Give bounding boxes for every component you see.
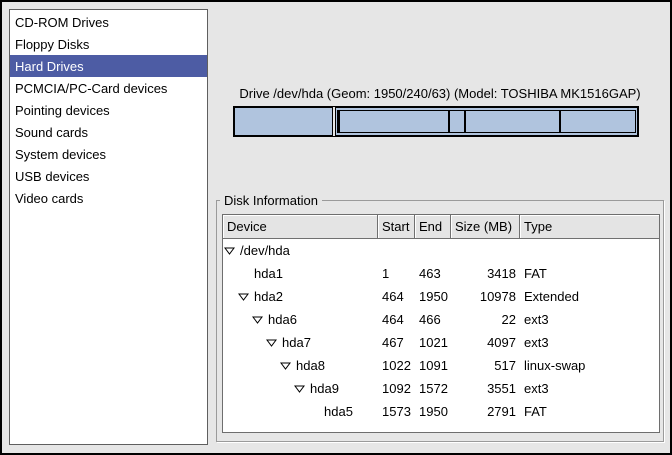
sidebar-item-usb-devices[interactable]: USB devices bbox=[10, 165, 207, 187]
start-cell: 1092 bbox=[378, 377, 415, 400]
device-cell: hda2 bbox=[223, 285, 378, 308]
partition-segment-hda2 bbox=[335, 107, 638, 136]
table-header-row: Device Start End Size (MB) Type bbox=[223, 215, 659, 239]
start-cell: 464 bbox=[378, 285, 415, 308]
table-row-dev-hda[interactable]: /dev/hda bbox=[223, 239, 659, 262]
device-name: hda6 bbox=[268, 312, 297, 327]
start-cell: 1573 bbox=[378, 400, 415, 423]
start-cell: 1 bbox=[378, 262, 415, 285]
sidebar-item-label: Hard Drives bbox=[15, 59, 84, 74]
sidebar-item-pointing-devices[interactable]: Pointing devices bbox=[10, 99, 207, 121]
size-cell: 10978 bbox=[451, 285, 520, 308]
drive-title: Drive /dev/hda (Geom: 1950/240/63) (Mode… bbox=[216, 86, 664, 101]
sidebar-item-sound-cards[interactable]: Sound cards bbox=[10, 121, 207, 143]
table-row-hda5[interactable]: hda5 1573 1950 2791 FAT bbox=[223, 400, 659, 423]
hardware-browser-window: { "window": { "bg_color": "#e6e6e6", "bo… bbox=[0, 0, 672, 455]
disk-information-label: Disk Information bbox=[220, 193, 322, 208]
column-header-start[interactable]: Start bbox=[378, 215, 415, 239]
size-cell: 3418 bbox=[451, 262, 520, 285]
sidebar-item-label: PCMCIA/PC-Card devices bbox=[15, 81, 167, 96]
size-cell: 2791 bbox=[451, 400, 520, 423]
type-cell bbox=[520, 239, 659, 262]
column-header-end[interactable]: End bbox=[415, 215, 451, 239]
type-cell: FAT bbox=[520, 262, 659, 285]
size-cell: 22 bbox=[451, 308, 520, 331]
sidebar-item-hard-drives[interactable]: Hard Drives bbox=[10, 55, 207, 77]
sidebar-item-system-devices[interactable]: System devices bbox=[10, 143, 207, 165]
device-cell: hda9 bbox=[223, 377, 378, 400]
end-cell: 466 bbox=[415, 308, 451, 331]
sidebar-item-label: CD-ROM Drives bbox=[15, 15, 109, 30]
end-cell: 1091 bbox=[415, 354, 451, 377]
device-cell: hda6 bbox=[223, 308, 378, 331]
type-cell: linux-swap bbox=[520, 354, 659, 377]
table-row-hda8[interactable]: hda8 1022 1091 517 linux-swap bbox=[223, 354, 659, 377]
partition-segment-hda7 bbox=[339, 110, 449, 133]
partition-segment-hda1 bbox=[234, 107, 333, 136]
device-cell: hda8 bbox=[223, 354, 378, 377]
start-cell: 467 bbox=[378, 331, 415, 354]
end-cell bbox=[415, 239, 451, 262]
end-cell: 1021 bbox=[415, 331, 451, 354]
sidebar-item-label: USB devices bbox=[15, 169, 89, 184]
sidebar-item-label: Floppy Disks bbox=[15, 37, 89, 52]
sidebar-item-label: Video cards bbox=[15, 191, 83, 206]
drive-partition-map bbox=[233, 106, 639, 137]
device-name: hda2 bbox=[254, 289, 283, 304]
column-header-size[interactable]: Size (MB) bbox=[451, 215, 520, 239]
partition-segment-hda5 bbox=[560, 110, 636, 133]
sidebar-item-pcmcia-devices[interactable]: PCMCIA/PC-Card devices bbox=[10, 77, 207, 99]
device-name: hda7 bbox=[282, 335, 311, 350]
sidebar-item-floppy-disks[interactable]: Floppy Disks bbox=[10, 33, 207, 55]
device-category-list: CD-ROM Drives Floppy Disks Hard Drives P… bbox=[9, 9, 208, 445]
device-name: hda5 bbox=[324, 404, 353, 419]
start-cell bbox=[378, 239, 415, 262]
table-row-hda2[interactable]: hda2 464 1950 10978 Extended bbox=[223, 285, 659, 308]
sidebar-item-cdrom-drives[interactable]: CD-ROM Drives bbox=[10, 11, 207, 33]
start-cell: 1022 bbox=[378, 354, 415, 377]
partition-segment-hda8 bbox=[449, 110, 465, 133]
table-row-hda9[interactable]: hda9 1092 1572 3551 ext3 bbox=[223, 377, 659, 400]
start-cell: 464 bbox=[378, 308, 415, 331]
expander-icon[interactable] bbox=[252, 315, 263, 324]
device-cell: /dev/hda bbox=[223, 239, 378, 262]
disk-information-frame: Disk Information Device Start End Size (… bbox=[216, 200, 664, 442]
expander-icon[interactable] bbox=[294, 384, 305, 393]
column-header-device[interactable]: Device bbox=[223, 215, 378, 239]
expander-icon[interactable] bbox=[280, 361, 291, 370]
type-cell: FAT bbox=[520, 400, 659, 423]
sidebar-item-label: Pointing devices bbox=[15, 103, 110, 118]
partition-segment-hda9 bbox=[465, 110, 561, 133]
size-cell: 3551 bbox=[451, 377, 520, 400]
sidebar-item-video-cards[interactable]: Video cards bbox=[10, 187, 207, 209]
type-cell: Extended bbox=[520, 285, 659, 308]
device-name: hda8 bbox=[296, 358, 325, 373]
disk-information-table: Device Start End Size (MB) Type /dev/hda… bbox=[222, 214, 660, 433]
table-row-hda1[interactable]: hda1 1 463 3418 FAT bbox=[223, 262, 659, 285]
end-cell: 463 bbox=[415, 262, 451, 285]
table-row-hda6[interactable]: hda6 464 466 22 ext3 bbox=[223, 308, 659, 331]
expander-icon[interactable] bbox=[224, 246, 235, 255]
device-cell: hda7 bbox=[223, 331, 378, 354]
sidebar-item-label: System devices bbox=[15, 147, 106, 162]
table-row-hda7[interactable]: hda7 467 1021 4097 ext3 bbox=[223, 331, 659, 354]
sidebar-item-label: Sound cards bbox=[15, 125, 88, 140]
end-cell: 1572 bbox=[415, 377, 451, 400]
expander-icon[interactable] bbox=[266, 338, 277, 347]
device-cell: hda1 bbox=[223, 262, 378, 285]
device-name: /dev/hda bbox=[240, 243, 290, 258]
expander-icon[interactable] bbox=[238, 292, 249, 301]
device-name: hda9 bbox=[310, 381, 339, 396]
end-cell: 1950 bbox=[415, 400, 451, 423]
column-header-type[interactable]: Type bbox=[520, 215, 659, 239]
end-cell: 1950 bbox=[415, 285, 451, 308]
type-cell: ext3 bbox=[520, 308, 659, 331]
size-cell bbox=[451, 239, 520, 262]
size-cell: 517 bbox=[451, 354, 520, 377]
device-name: hda1 bbox=[254, 266, 283, 281]
size-cell: 4097 bbox=[451, 331, 520, 354]
device-cell: hda5 bbox=[223, 400, 378, 423]
type-cell: ext3 bbox=[520, 377, 659, 400]
type-cell: ext3 bbox=[520, 331, 659, 354]
